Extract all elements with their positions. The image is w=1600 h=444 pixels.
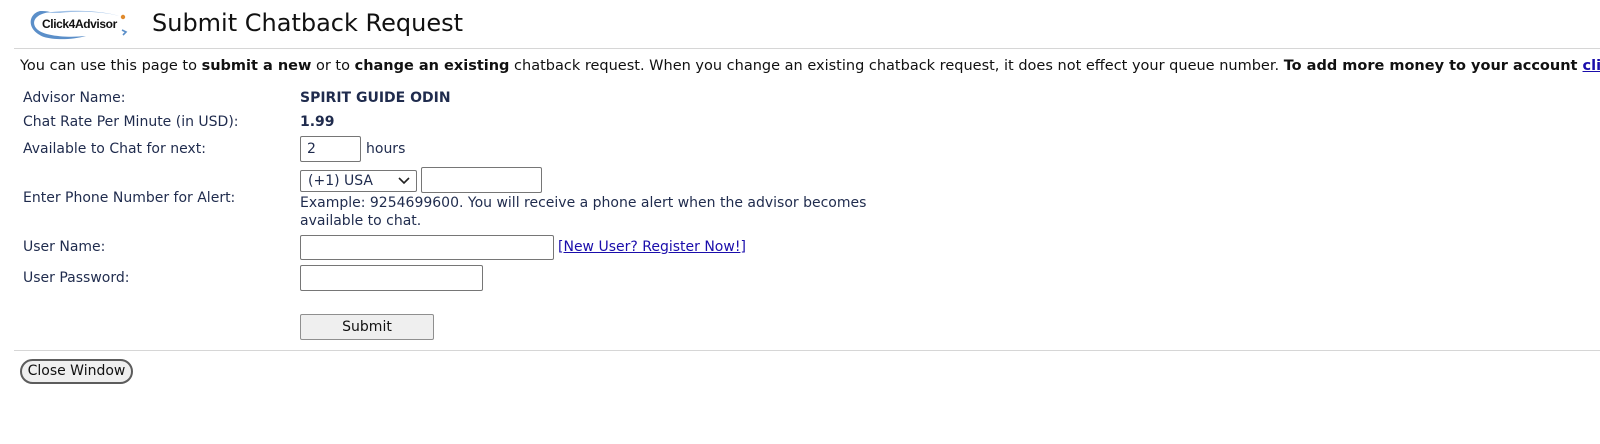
add-money-link[interactable]: click here: [1583, 58, 1600, 74]
page-title: Submit Chatback Request: [152, 9, 464, 37]
phone-number-input[interactable]: [421, 167, 542, 193]
hours-unit-label: hours: [366, 141, 406, 157]
advisor-name-label: Advisor Name:: [23, 90, 126, 106]
page-header: Click4Advisor Submit Chatback Request: [22, 6, 1582, 42]
country-code-select[interactable]: (+1) USA: [300, 170, 417, 192]
intro-part2: or to: [311, 58, 355, 74]
chevron-down-icon: [398, 177, 410, 185]
register-link[interactable]: [New User? Register Now!]: [558, 239, 746, 255]
register-link-text[interactable]: New User? Register Now!: [563, 239, 740, 255]
password-input[interactable]: [300, 265, 483, 291]
intro-part3: chatback request. When you change an exi…: [509, 58, 1284, 74]
password-label: User Password:: [23, 270, 130, 286]
logo-text: Click4Advisor: [42, 17, 117, 31]
username-label: User Name:: [23, 239, 106, 255]
intro-bold-change-existing: change an existing: [354, 58, 510, 74]
intro-bold-add-money: To add more money to your account: [1283, 58, 1583, 74]
chat-rate-value: 1.99: [300, 114, 335, 130]
bottom-divider: [14, 350, 1600, 351]
username-input[interactable]: [300, 235, 554, 260]
country-code-selected: (+1) USA: [308, 173, 373, 189]
available-label: Available to Chat for next:: [23, 141, 206, 157]
available-hours-input[interactable]: [300, 136, 361, 162]
click4advisor-logo[interactable]: Click4Advisor: [26, 8, 130, 40]
top-divider: [14, 48, 1600, 49]
submit-button[interactable]: Submit: [300, 314, 434, 340]
advisor-name-value: SPIRIT GUIDE ODIN: [300, 90, 451, 106]
intro-text: You can use this page to submit a new or…: [20, 56, 1600, 76]
intro-bold-submit-new: submit a new: [201, 58, 312, 74]
phone-label: Enter Phone Number for Alert:: [23, 190, 236, 206]
phone-hint: Example: 9254699600. You will receive a …: [300, 195, 867, 229]
chat-rate-label: Chat Rate Per Minute (in USD):: [23, 114, 239, 130]
close-window-button[interactable]: Close Window: [20, 359, 133, 384]
register-bracket-close: ]: [740, 239, 746, 255]
intro-part1: You can use this page to: [20, 58, 202, 74]
